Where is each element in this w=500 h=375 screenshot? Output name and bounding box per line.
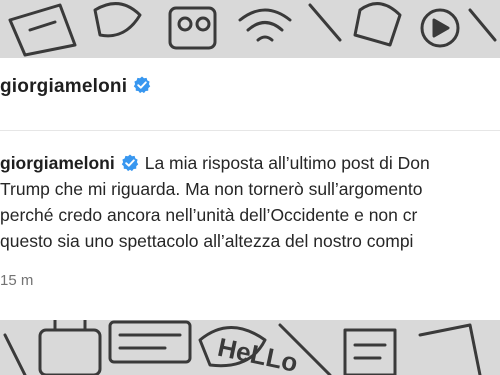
caption-verified-badge-icon [121,153,139,172]
doodle-lettering: HeLLo [215,332,300,375]
caption-username[interactable]: giorgiameloni [0,153,115,173]
verified-badge-icon [133,76,151,94]
header-username[interactable]: giorgiameloni [0,76,127,97]
caption-text-line-1: La mia risposta all’ultimo post di Don [144,153,430,173]
post-timestamp[interactable]: 15 m [0,272,33,289]
caption-line-1: giorgiameloni La mia risposta all’ultimo … [0,150,500,176]
caption-text-line-2: Trump che mi riguarda. Ma non tornerò su… [0,179,423,199]
post-caption: giorgiameloni La mia risposta all’ultimo … [0,150,500,254]
header-username-row[interactable]: giorgiameloni [0,76,151,98]
caption-text-line-4: questo sia uno spettacolo all’altezza de… [0,231,414,251]
post-card: giorgiameloni giorgiameloni La mia rispos… [0,58,500,320]
caption-text-line-3: perché credo ancora nell’unità dell’Occi… [0,205,418,225]
post-header: giorgiameloni [0,58,500,131]
